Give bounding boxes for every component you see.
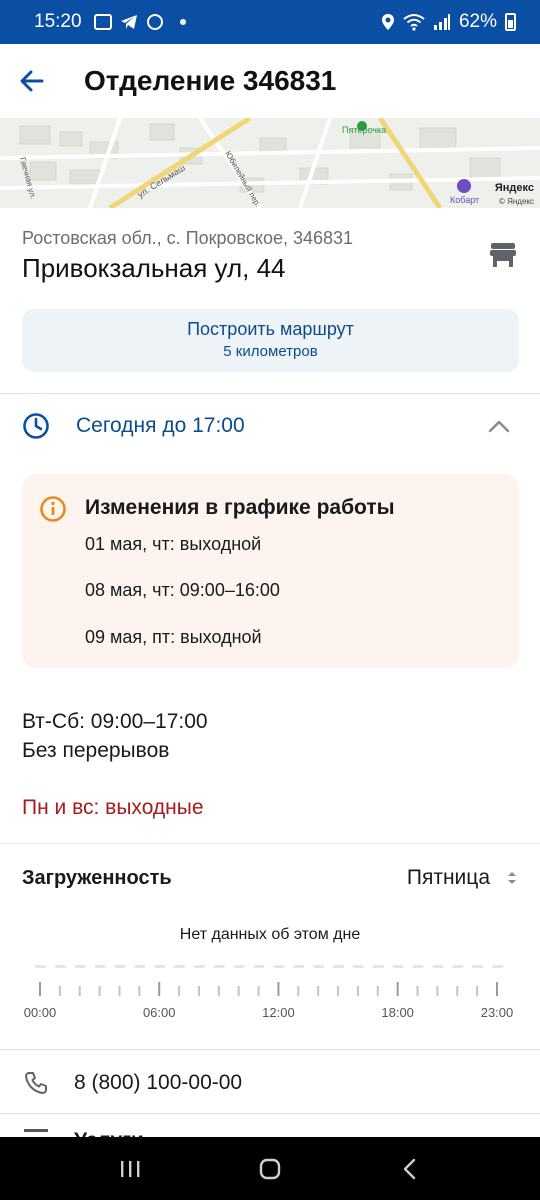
back-nav-button[interactable] [390,1149,430,1189]
mail-app-icon [93,14,112,30]
divider [0,1049,540,1050]
notification-icons [93,13,186,31]
map-graphic: Пятёрочка Кобарт ул. Сельмаш Юбилейный п… [0,118,540,208]
chart-bar-placeholder [174,965,186,968]
post-office-icon [490,243,516,267]
clock-icon [23,413,49,439]
chart-bar-placeholder [54,965,66,968]
chart-tick-label: 06:00 [143,1005,176,1020]
chart-bar-placeholder [233,965,245,968]
yandex-logo: Яндекс [494,182,534,194]
schedule-break: Без перерывов [22,739,170,762]
chart-bar-placeholder [193,965,205,968]
chart-bar-placeholder [94,965,106,968]
chart-bar-placeholder [412,965,424,968]
whatsapp-icon [146,14,163,30]
load-chart: 00:00 06:00 12:00 18:00 23:00 [24,965,514,1020]
phone-icon [25,1072,47,1094]
map-preview[interactable]: Пятёрочка Кобарт ул. Сельмаш Юбилейный п… [0,118,540,208]
sort-arrows-icon [508,872,516,884]
status-bar: 15:20 62% [0,0,540,44]
chart-bar-placeholder [313,965,325,968]
home-button[interactable] [250,1149,290,1189]
day-selector[interactable]: Пятница [407,866,518,890]
wifi-icon [403,14,425,31]
chart-bar-placeholder [213,965,225,968]
recent-apps-button[interactable] [110,1149,150,1189]
phone-number: 8 (800) 100-00-00 [74,1071,243,1094]
chart-bar-placeholder [432,965,444,968]
info-icon [40,496,66,522]
chart-bar-placeholder [134,965,146,968]
no-data-message: Нет данных об этом дне [179,926,361,943]
chart-bar-placeholder [372,965,384,968]
divider [0,843,540,844]
hours-today: Сегодня до 17:00 [76,414,245,437]
chart-bar-placeholder [293,965,305,968]
chart-tick-label: 12:00 [262,1005,295,1020]
chart-bar-placeholder [273,965,285,968]
chart-bar-placeholder [35,965,46,968]
page-title: Отделение 346831 [84,65,337,96]
map-label-kobart: Кобарт [450,195,479,205]
chevron-up-icon [488,420,510,433]
back-button[interactable] [0,44,64,118]
system-icons: 62% [381,11,516,33]
address-street: Привокзальная ул, 44 [22,253,286,283]
chart-bar-placeholder [74,965,86,968]
route-distance: 5 километров [223,343,318,360]
chart-bar-placeholder [253,965,265,968]
battery-percent: 62% [458,11,497,32]
chart-tick-label: 00:00 [24,1005,57,1020]
schedule-changes-card: Изменения в графике работы 01 мая, чт: в… [22,474,519,668]
more-notifications-icon [179,19,186,25]
working-hours-toggle[interactable]: Сегодня до 17:00 [0,400,540,452]
status-time: 15:20 [34,11,82,32]
map-copyright: © Яндекс [498,197,534,206]
telegram-icon [120,15,137,29]
change-item: 09 мая, пт: выходной [85,627,262,647]
chart-bar-placeholder [114,965,126,968]
chart-bar-placeholder [333,965,345,968]
signal-icon [433,14,450,30]
home-icon [259,1158,281,1179]
chart-bar-placeholder [492,965,503,968]
address-region: Ростовская обл., с. Покровское, 346831 [22,228,354,248]
chart-tick-label: 23:00 [481,1005,514,1020]
back-chevron-icon [403,1158,416,1179]
schedule-days: Вт-Сб: 09:00–17:00 [22,710,208,733]
chart-bar-placeholder [154,965,166,968]
divider [0,393,540,394]
build-route-button[interactable]: Построить маршрут 5 километров [22,309,519,372]
chart-tick-label: 18:00 [381,1005,414,1020]
list-icon [24,1129,48,1132]
chart-bar-placeholder [392,965,404,968]
changes-title: Изменения в графике работы [85,496,395,519]
schedule-weekend: Пн и вс: выходные [22,796,204,819]
map-label-pyaterochka: Пятёрочка [342,125,386,135]
chart-bar-placeholder [352,965,364,968]
address-block: Ростовская обл., с. Покровское, 346831 П… [22,228,482,284]
location-icon [381,14,394,30]
chart-bar-placeholder [452,965,464,968]
load-title: Загруженность [22,867,172,889]
route-label: Построить маршрут [187,319,354,339]
change-item: 01 мая, чт: выходной [85,534,262,554]
recent-apps-icon [121,1160,140,1177]
system-nav-bar [0,1137,540,1200]
chart-bar-placeholder [472,965,484,968]
app-header: Отделение 346831 [0,44,540,118]
change-item: 08 мая, чт: 09:00–16:00 [85,580,280,600]
phone-row[interactable]: 8 (800) 100-00-00 [0,1060,540,1106]
selected-day: Пятница [406,866,490,889]
battery-icon [505,13,516,31]
arrow-left-icon [20,70,44,92]
divider [0,1113,540,1114]
